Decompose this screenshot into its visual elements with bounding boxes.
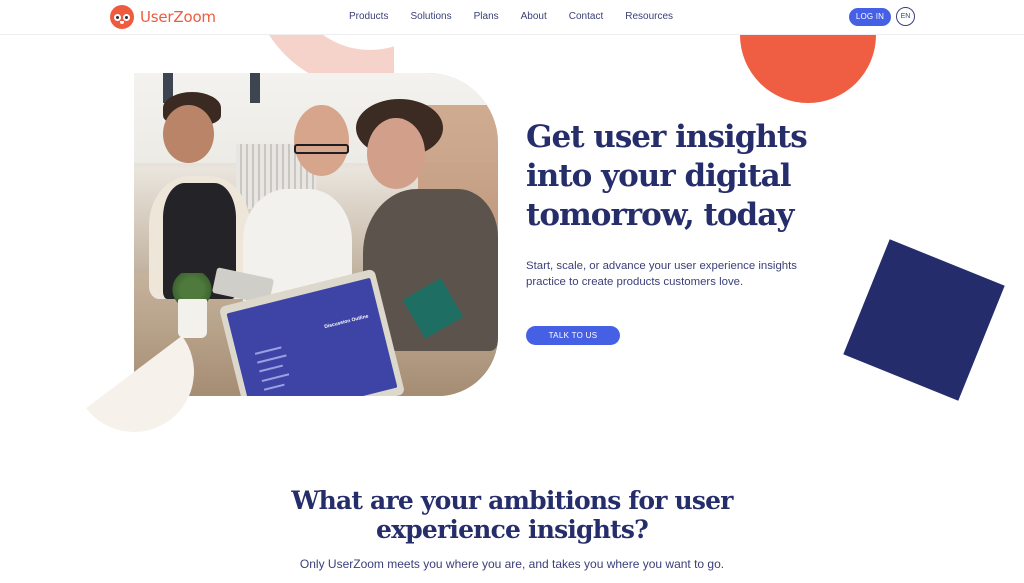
section-title-line: What are your ambitions for user bbox=[291, 486, 733, 515]
laptop-screen-text: Discussion Outline bbox=[323, 313, 370, 331]
hero-title-line: into your digital bbox=[526, 158, 792, 194]
section-subtitle: Only UserZoom meets you where you are, a… bbox=[299, 557, 725, 571]
language-selector[interactable]: EN bbox=[896, 7, 915, 26]
decorative-navy-square bbox=[843, 239, 1005, 401]
brand-logo[interactable]: UserZoom bbox=[110, 5, 216, 29]
nav-contact[interactable]: Contact bbox=[569, 11, 603, 22]
hero-title-line: Get user insights bbox=[526, 119, 808, 155]
login-button[interactable]: LOG IN bbox=[849, 8, 891, 26]
nav-about[interactable]: About bbox=[521, 11, 547, 22]
hero-title-line: tomorrow, today bbox=[526, 197, 794, 233]
brand-name: UserZoom bbox=[140, 8, 216, 26]
site-header: UserZoom Products Solutions Plans About … bbox=[0, 0, 1024, 35]
owl-logo-icon bbox=[110, 5, 134, 29]
hero-title: Get user insights into your digital tomo… bbox=[526, 118, 846, 235]
talk-to-us-button[interactable]: TALK TO US bbox=[526, 326, 620, 345]
nav-products[interactable]: Products bbox=[349, 11, 388, 22]
nav-resources[interactable]: Resources bbox=[625, 11, 673, 22]
nav-solutions[interactable]: Solutions bbox=[410, 11, 451, 22]
section-title-line: experience insights? bbox=[376, 515, 649, 544]
section-title: What are your ambitions for user experie… bbox=[0, 486, 1024, 544]
main-nav: Products Solutions Plans About Contact R… bbox=[349, 11, 697, 22]
hero-subtitle: Start, scale, or advance your user exper… bbox=[526, 260, 797, 288]
nav-plans[interactable]: Plans bbox=[474, 11, 499, 22]
